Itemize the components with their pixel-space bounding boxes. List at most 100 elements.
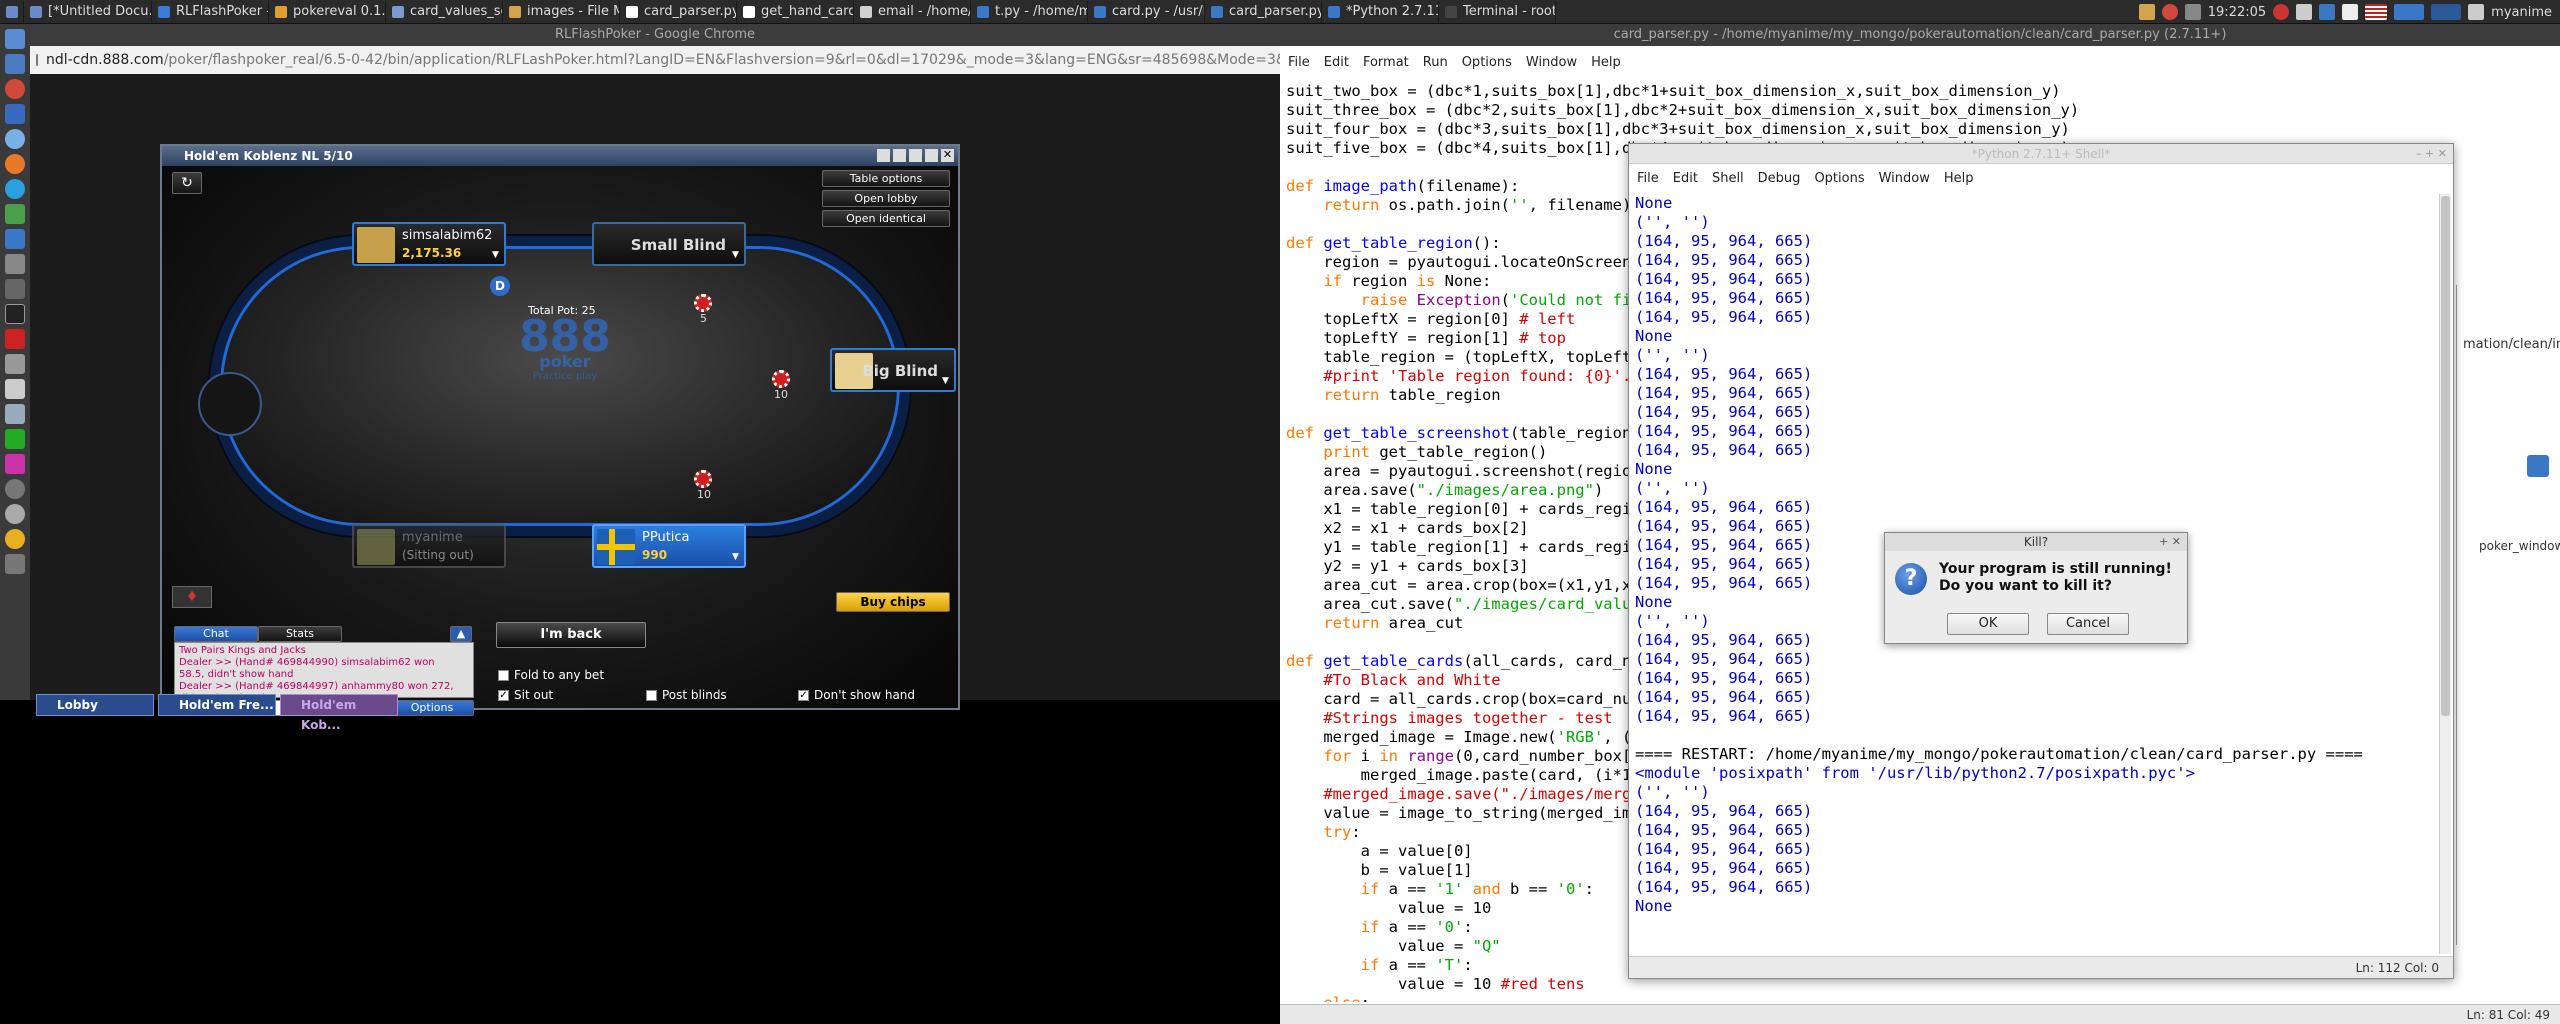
spreadsheet-icon[interactable] xyxy=(5,204,25,224)
open-identical-button[interactable]: Open identical xyxy=(822,210,950,227)
dont-show-checkbox[interactable]: ✓ Don't show hand xyxy=(798,688,915,702)
gift-icon[interactable]: ♦ xyxy=(172,586,212,608)
menu-item[interactable]: Options xyxy=(1814,171,1864,186)
menu-item[interactable]: Options xyxy=(1462,55,1512,70)
menu-item[interactable]: Edit xyxy=(1673,171,1698,186)
seat-pputica[interactable]: PPutica 990 ▼ xyxy=(592,524,746,568)
post-blinds-checkbox[interactable]: Post blinds xyxy=(646,688,727,702)
chrome-icon[interactable] xyxy=(5,79,25,99)
ok-button[interactable]: OK xyxy=(1947,613,2029,635)
terminal-icon[interactable] xyxy=(5,304,25,324)
sit-out-checkbox[interactable]: ✓ Sit out xyxy=(498,688,553,702)
tab-chat[interactable]: Chat xyxy=(174,626,258,642)
menu-item[interactable]: Debug xyxy=(1758,171,1801,186)
seat-simsalabim62[interactable]: simsalabim62 2,175.36 ▼ xyxy=(352,222,506,266)
window-controls[interactable]: + ✕ xyxy=(2159,533,2181,551)
grid-icon[interactable] xyxy=(893,149,906,162)
workspace-1-icon[interactable] xyxy=(2394,4,2425,20)
tab-holdem-free[interactable]: Hold'em Fre... xyxy=(158,694,276,716)
seat-myanime[interactable]: myanime (Sitting out) xyxy=(352,524,506,568)
im-back-button[interactable]: I'm back xyxy=(496,622,646,648)
filezilla-icon[interactable] xyxy=(5,329,25,349)
empty-seat[interactable] xyxy=(198,372,262,436)
taskbar-item[interactable]: Terminal - root... xyxy=(1439,0,1556,23)
cancel-button[interactable]: Cancel xyxy=(2047,613,2129,635)
calculator-icon[interactable] xyxy=(5,554,25,574)
taskbar-item[interactable]: [*Untitled Docu... xyxy=(24,0,152,23)
taskbar-item[interactable]: get_hand_cards... xyxy=(737,0,854,23)
taskbar-item[interactable]: card_values_scr... xyxy=(386,0,503,23)
chat-icon[interactable] xyxy=(5,129,25,149)
chrome-icon[interactable] xyxy=(2161,4,2178,20)
address-bar[interactable]: ndl-cdn.888.com/poker/flashpoker_real/6.… xyxy=(30,46,1280,74)
menu-item[interactable]: Window xyxy=(1879,171,1930,186)
alarm-icon[interactable] xyxy=(2273,4,2290,20)
scroll-thumb[interactable] xyxy=(2441,196,2450,716)
screenshot-icon[interactable] xyxy=(5,54,25,74)
menu-item[interactable]: Help xyxy=(1944,171,1974,186)
settings-icon[interactable] xyxy=(5,479,25,499)
refresh-button[interactable]: ↻ xyxy=(172,172,202,194)
menu-item[interactable]: Run xyxy=(1423,55,1448,70)
taskbar-item[interactable]: card_parser.py - ... xyxy=(620,0,737,23)
chevron-down-icon[interactable]: ▼ xyxy=(492,250,502,260)
checkbox[interactable]: ✓ xyxy=(798,689,809,701)
python-icon[interactable] xyxy=(5,229,25,249)
pycharm-icon[interactable] xyxy=(5,429,25,449)
seat-big-blind[interactable]: Big Blind ▼ xyxy=(830,348,956,392)
taskbar-item[interactable]: *Python 2.7.11+ ... xyxy=(1322,0,1439,23)
folder-icon[interactable] xyxy=(2527,455,2549,477)
scrollbar[interactable] xyxy=(2439,194,2451,954)
network-icon[interactable] xyxy=(2184,4,2201,20)
ide-icon[interactable] xyxy=(5,454,25,474)
monitor-icon[interactable] xyxy=(5,29,25,49)
clock[interactable]: 19:22:05 xyxy=(2208,5,2266,20)
table-options-button[interactable]: Table options xyxy=(822,170,950,187)
folder-icon[interactable] xyxy=(2138,4,2155,20)
fold-any-checkbox[interactable]: Fold to any bet xyxy=(498,668,604,682)
menu-item[interactable]: Window xyxy=(1526,55,1577,70)
page-info-icon[interactable] xyxy=(36,54,38,66)
chat-toggle-button[interactable]: ▲ xyxy=(450,626,472,642)
image-viewer-icon[interactable] xyxy=(5,404,25,424)
wifi-icon[interactable] xyxy=(2342,4,2359,20)
options-button[interactable]: Options xyxy=(390,700,474,716)
search-icon[interactable] xyxy=(5,354,25,374)
minimize-icon[interactable] xyxy=(909,149,922,162)
text-file-icon[interactable] xyxy=(5,379,25,399)
skype-icon[interactable] xyxy=(5,179,25,199)
open-lobby-button[interactable]: Open lobby xyxy=(822,190,950,207)
tab-lobby[interactable]: Lobby xyxy=(36,694,154,716)
checkbox[interactable] xyxy=(646,689,657,701)
chevron-down-icon[interactable]: ▼ xyxy=(732,250,742,260)
taskbar-item[interactable]: card.py - /usr/lo... xyxy=(1088,0,1205,23)
user-icon[interactable] xyxy=(2468,4,2485,20)
taskbar-item[interactable]: email - /home/m... xyxy=(854,0,971,23)
firefox-icon[interactable] xyxy=(5,154,25,174)
update-icon[interactable] xyxy=(2296,4,2313,20)
taskbar-item[interactable]: images - File Ma... xyxy=(503,0,620,23)
checkbox[interactable] xyxy=(498,669,509,681)
chevron-down-icon[interactable]: ▼ xyxy=(732,552,742,562)
taskbar-item[interactable]: pokereval 0.1.2 : ... xyxy=(269,0,386,23)
seat-small-blind[interactable]: Small Blind ▼ xyxy=(592,222,746,266)
grid-icon[interactable] xyxy=(5,254,25,274)
menu-item[interactable]: Shell xyxy=(1712,171,1744,186)
flag-icon[interactable] xyxy=(2365,4,2388,20)
menu-icon[interactable] xyxy=(0,0,24,23)
menu-item[interactable]: Format xyxy=(1363,55,1409,70)
menu-item[interactable]: File xyxy=(1637,171,1659,186)
tab-stats[interactable]: Stats xyxy=(258,626,342,642)
restore-icon[interactable] xyxy=(877,149,890,162)
background-window[interactable]: mation/clean/ima poker_window xyxy=(2456,285,2560,945)
disk-icon[interactable] xyxy=(5,504,25,524)
close-icon[interactable]: ✕ xyxy=(941,149,954,162)
document-icon[interactable] xyxy=(5,104,25,124)
taskbar-item[interactable]: card_parser.py - ... xyxy=(1205,0,1322,23)
menu-item[interactable]: File xyxy=(1288,55,1310,70)
checkbox[interactable]: ✓ xyxy=(498,689,509,701)
chevron-down-icon[interactable]: ▼ xyxy=(942,376,952,386)
menu-item[interactable]: Help xyxy=(1591,55,1621,70)
tab-holdem-koblenz[interactable]: Hold'em Kob... xyxy=(280,694,398,732)
menu-item[interactable]: Edit xyxy=(1324,55,1349,70)
